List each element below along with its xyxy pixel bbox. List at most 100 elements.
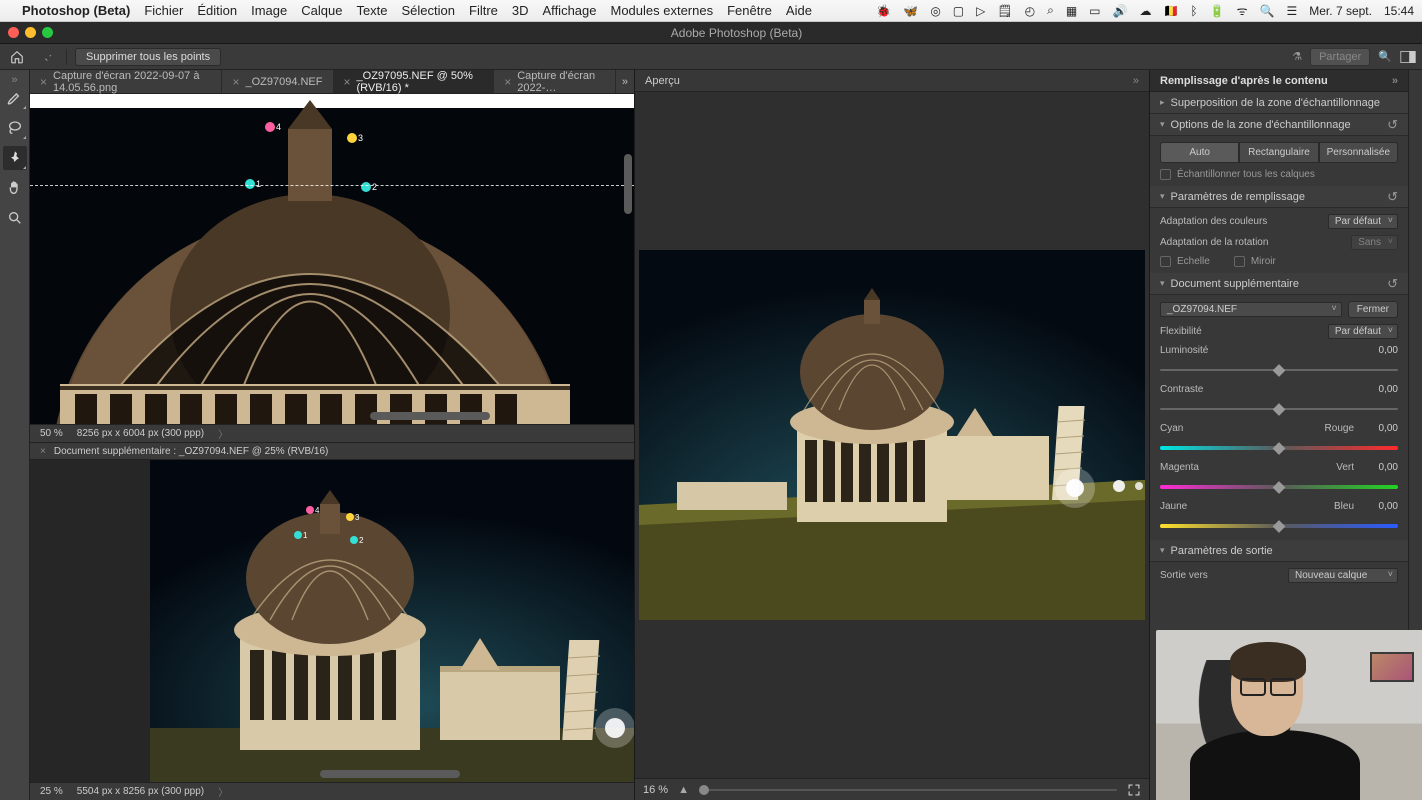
status-screenrec-icon[interactable]: ▢ (953, 4, 964, 18)
zoom-value[interactable]: 50 % (40, 428, 63, 439)
close-icon[interactable]: × (232, 75, 239, 89)
status-battery-icon[interactable]: 🔋 (1210, 4, 1225, 18)
fullscreen-icon[interactable] (1127, 783, 1141, 797)
output-dropdown[interactable]: Nouveau calque (1288, 568, 1398, 583)
doc-tab-2[interactable]: ×_OZ97095.NEF @ 50% (RVB/16) * (334, 70, 495, 93)
section-sup-doc[interactable]: ▾ Document supplémentaire ↺ (1150, 273, 1408, 295)
status-butterfly-icon[interactable]: 🦋 (903, 4, 918, 18)
workspace-icon[interactable] (1400, 50, 1416, 64)
panel-menu-icon[interactable]: » (1133, 75, 1139, 87)
window-minimize-button[interactable] (25, 27, 36, 38)
triangle-icon[interactable]: ▲ (678, 784, 689, 796)
slider-value[interactable]: 0,00 (1360, 384, 1398, 395)
status-cc-icon[interactable]: ☰ (1287, 4, 1298, 18)
menubar-date[interactable]: Mer. 7 sept. (1309, 4, 1372, 18)
tool-hand[interactable] (3, 176, 27, 200)
chevron-right-icon[interactable]: 〉 (218, 784, 228, 799)
canvas-bottom[interactable]: 1 2 3 4 25 % 5504 px x 8256 px (300 ppp)… (30, 460, 634, 800)
reset-icon[interactable]: ↺ (1387, 189, 1398, 205)
section-sampling-options[interactable]: ▾ Options de la zone d'échantillonnage ↺ (1150, 114, 1408, 136)
menubar-time[interactable]: 15:44 (1384, 4, 1414, 18)
cyan-red-slider[interactable] (1160, 442, 1398, 454)
menu-fenetre[interactable]: Fenêtre (727, 3, 772, 18)
preview-zoom-slider[interactable] (699, 789, 1117, 791)
scale-checkbox[interactable]: Echelle (1160, 256, 1210, 267)
preview-area[interactable] (635, 92, 1149, 778)
color-adapt-dropdown[interactable]: Par défaut (1328, 214, 1398, 229)
close-icon[interactable]: × (504, 75, 511, 89)
doc-tab-0[interactable]: ×Capture d'écran 2022-09-07 à 14.05.56.p… (30, 70, 222, 93)
status-sound-icon[interactable]: 🔊 (1113, 4, 1128, 18)
status-display-icon[interactable]: ▭ (1089, 4, 1100, 18)
close-supdoc-button[interactable]: Fermer (1348, 301, 1398, 318)
slider-value[interactable]: 0,00 (1360, 462, 1398, 473)
horizontal-guide[interactable] (30, 185, 634, 186)
zoom-value[interactable]: 25 % (40, 786, 63, 797)
remove-all-points-button[interactable]: Supprimer tous les points (75, 48, 221, 66)
status-wifi-icon[interactable]: ᯤ (1237, 2, 1248, 19)
tabs-overflow-icon[interactable]: » (616, 70, 634, 93)
menu-fichier[interactable]: Fichier (144, 3, 183, 18)
status-flag-icon[interactable]: 🇧🇪 (1163, 4, 1178, 18)
menu-edition[interactable]: Édition (197, 3, 237, 18)
seg-auto[interactable]: Auto (1160, 142, 1239, 163)
menu-modules[interactable]: Modules externes (610, 3, 713, 18)
seg-custom[interactable]: Personnalisée (1319, 142, 1398, 163)
menu-selection[interactable]: Sélection (402, 3, 455, 18)
home-button[interactable] (6, 48, 28, 66)
preview-zoom-value[interactable]: 16 % (643, 784, 668, 796)
status-binoc-icon[interactable]: ⌕ (1047, 3, 1054, 18)
hscroll-thumb[interactable] (370, 412, 490, 420)
window-close-button[interactable] (8, 27, 19, 38)
section-fill-params[interactable]: ▾ Paramètres de remplissage ↺ (1150, 186, 1408, 208)
flex-dropdown[interactable]: Par défaut (1328, 324, 1398, 339)
status-clock-icon[interactable]: ◴ (1025, 4, 1035, 18)
status-play-icon[interactable]: ▷ (976, 4, 985, 18)
chevron-right-icon[interactable]: 〉 (218, 426, 228, 441)
status-sync-icon[interactable]: ◎ (930, 4, 940, 18)
contrast-slider[interactable] (1160, 403, 1398, 415)
menu-image[interactable]: Image (251, 3, 287, 18)
slider-value[interactable]: 0,00 (1360, 501, 1398, 512)
tool-brush[interactable] (3, 86, 27, 110)
status-spotlight-icon[interactable]: 🔍 (1260, 4, 1275, 18)
reset-icon[interactable]: ↺ (1387, 117, 1398, 133)
hscroll-thumb[interactable] (320, 770, 460, 778)
menu-affichage[interactable]: Affichage (543, 3, 597, 18)
pin-button[interactable] (36, 48, 58, 66)
canvas-top[interactable]: 1 2 3 4 50 % 8256 px x 6004 px (300 ppp)… (30, 94, 634, 442)
search-icon[interactable]: 🔍 (1378, 50, 1392, 63)
menu-filtre[interactable]: Filtre (469, 3, 498, 18)
section-output[interactable]: ▾ Paramètres de sortie (1150, 540, 1408, 562)
panel-menu-icon[interactable]: » (1392, 75, 1398, 87)
share-button[interactable]: Partager (1310, 48, 1370, 66)
beaker-icon[interactable]: ⚗ (1292, 50, 1302, 63)
status-grid-icon[interactable]: ▦ (1066, 4, 1077, 18)
status-bt-icon[interactable]: ᛒ (1190, 4, 1197, 18)
slider-value[interactable]: 0,00 (1360, 345, 1398, 356)
tool-lasso[interactable] (3, 116, 27, 140)
menu-texte[interactable]: Texte (356, 3, 387, 18)
status-ladybug-icon[interactable]: 🐞 (876, 4, 891, 18)
status-cloud-icon[interactable]: ☁ (1139, 4, 1151, 18)
reset-icon[interactable]: ↺ (1387, 276, 1398, 292)
close-icon[interactable]: × (344, 75, 351, 89)
sample-all-layers-checkbox[interactable]: Échantillonner tous les calques (1160, 169, 1398, 180)
mirror-checkbox[interactable]: Miroir (1234, 256, 1276, 267)
close-icon[interactable]: × (40, 75, 47, 89)
rotation-dropdown[interactable]: Sans (1351, 235, 1398, 250)
menu-aide[interactable]: Aide (786, 3, 812, 18)
window-zoom-button[interactable] (42, 27, 53, 38)
luminosity-slider[interactable] (1160, 364, 1398, 376)
doc-tab-3[interactable]: ×Capture d'écran 2022-… (494, 70, 616, 93)
supdoc-dropdown[interactable]: _OZ97094.NEF (1160, 302, 1342, 317)
app-name[interactable]: Photoshop (Beta) (22, 3, 130, 18)
tool-zoom[interactable] (3, 206, 27, 230)
vscroll-thumb[interactable] (624, 154, 632, 214)
seg-rect[interactable]: Rectangulaire (1239, 142, 1318, 163)
slider-value[interactable]: 0,00 (1360, 423, 1398, 434)
tool-pin[interactable] (3, 146, 27, 170)
yellow-blue-slider[interactable] (1160, 520, 1398, 532)
section-overlay[interactable]: ▸ Superposition de la zone d'échantillon… (1150, 92, 1408, 114)
doc-tab-1[interactable]: ×_OZ97094.NEF (222, 70, 333, 93)
